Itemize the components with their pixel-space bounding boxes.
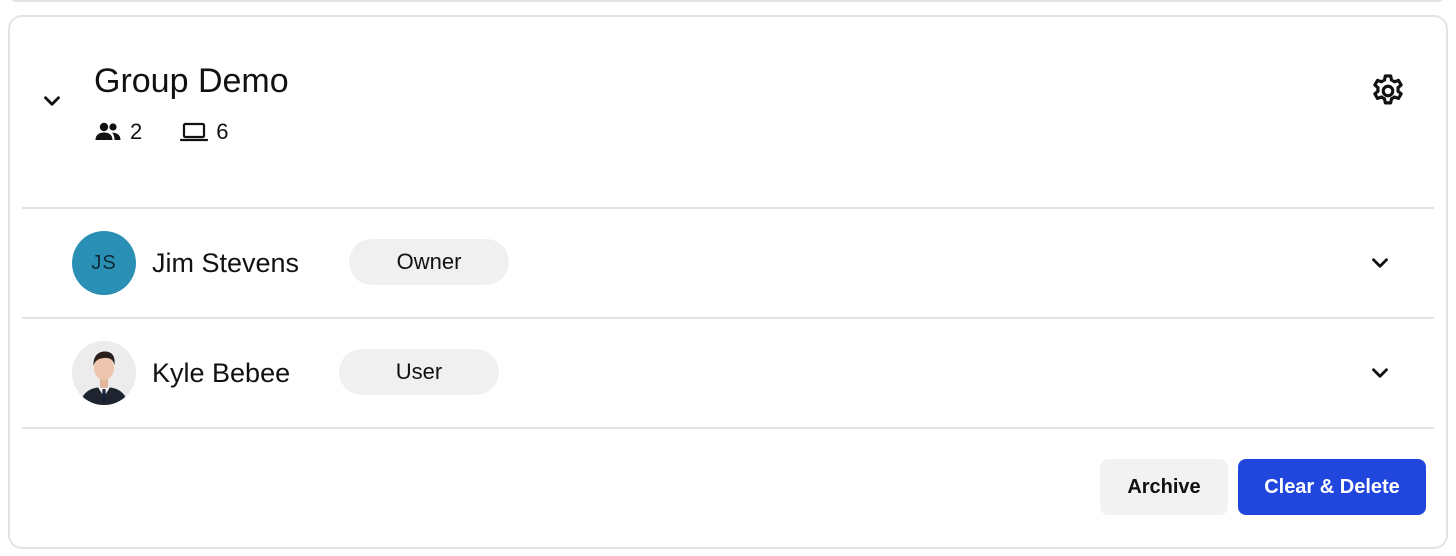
member-row[interactable]: JS Jim Stevens Owner [22,209,1434,317]
member-row[interactable]: Kyle Bebee User [22,319,1434,427]
role-badge: Owner [349,239,509,285]
people-icon [94,122,122,142]
avatar [72,341,136,405]
divider [22,427,1434,429]
member-expand-button[interactable] [1364,247,1396,279]
member-count-stat: 2 [94,119,142,145]
device-count-stat: 6 [180,119,229,145]
previous-card-edge [10,0,1444,2]
device-count: 6 [216,119,229,144]
chevron-down-icon [1372,368,1388,378]
avatar: JS [72,231,136,295]
group-title: Group Demo [94,62,289,100]
member-count: 2 [130,119,143,144]
clear-and-delete-button[interactable]: Clear & Delete [1238,459,1426,515]
member-expand-button[interactable] [1364,357,1396,389]
gear-icon [1373,74,1403,105]
group-header: Group Demo 2 6 [10,17,1446,209]
chevron-down-icon [1372,258,1388,268]
member-name: Kyle Bebee [152,358,291,388]
member-name: Jim Stevens [152,248,300,278]
person-photo [72,341,136,405]
group-settings-button[interactable] [1368,71,1408,111]
archive-button[interactable]: Archive [1100,459,1228,515]
avatar-initials: JS [91,251,117,274]
chevron-down-icon [44,96,60,106]
laptop-icon [180,122,209,142]
role-badge: User [339,349,499,395]
group-card: Group Demo 2 6 JS Jim Stevens Owner Kyle… [8,15,1448,549]
group-collapse-button[interactable] [36,85,68,117]
group-stats: 2 6 [94,119,267,145]
